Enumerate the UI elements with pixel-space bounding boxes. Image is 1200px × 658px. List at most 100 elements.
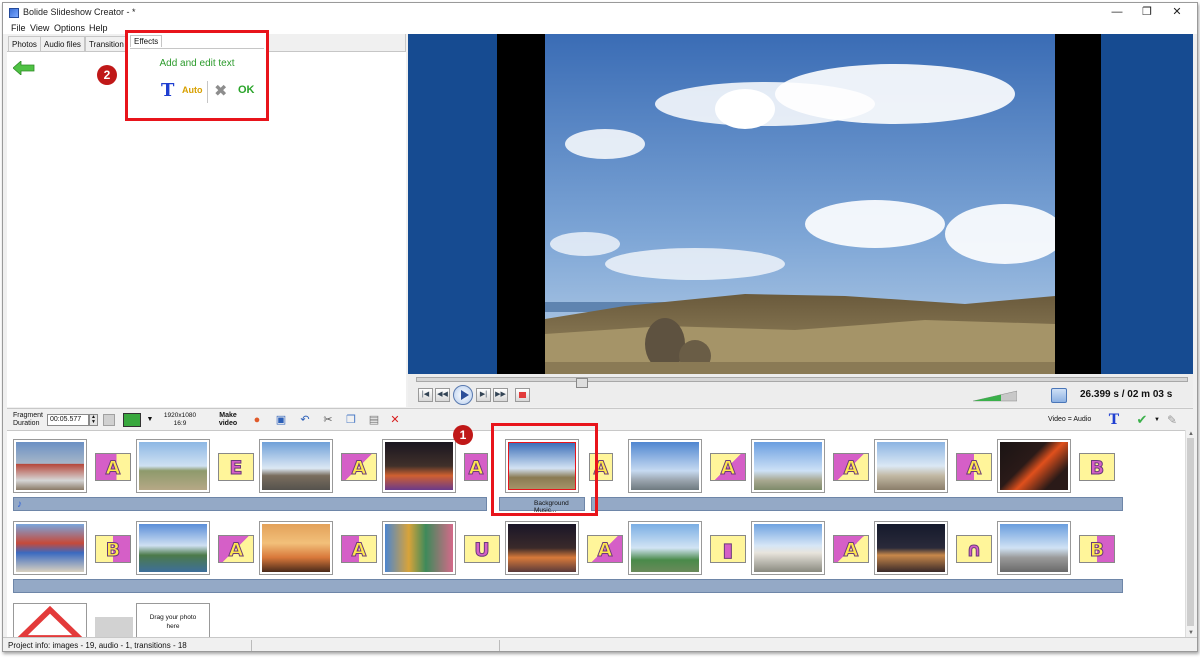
photo-drop-zone[interactable]: Drag your photo here [136, 603, 210, 637]
previous-button[interactable]: ◀◀ [435, 388, 450, 402]
transition-tile[interactable]: A [833, 535, 869, 563]
slide-thumbnail[interactable] [505, 521, 579, 575]
tab-photos[interactable]: Photos [8, 36, 41, 52]
next-button[interactable]: ▶| [476, 388, 491, 402]
copy-icon[interactable]: ❐ [344, 413, 358, 427]
play-button[interactable] [453, 385, 473, 405]
transition-tile[interactable]: A [95, 453, 131, 481]
menu-view[interactable]: View [30, 23, 49, 33]
duration-label: Duration [13, 420, 40, 427]
background-picker-button[interactable] [123, 413, 141, 427]
empty-transition-slot[interactable] [95, 617, 133, 637]
transition-tile[interactable]: B [1079, 535, 1115, 563]
fullscreen-icon[interactable] [1051, 388, 1067, 403]
save-icon[interactable]: ▣ [274, 413, 288, 427]
stop-button[interactable] [515, 388, 530, 402]
time-readout: 26.399 s / 02 m 03 s [1080, 389, 1172, 400]
cut-icon[interactable]: ✂ [321, 413, 335, 427]
check-dropdown-icon[interactable]: ▼ [1150, 413, 1164, 427]
slide-thumbnail[interactable] [13, 521, 87, 575]
transition-tile[interactable]: ∩ [956, 535, 992, 563]
slide-thumbnail[interactable] [13, 603, 87, 637]
menu-file[interactable]: File [11, 23, 26, 33]
slide-thumbnail[interactable] [628, 439, 702, 493]
menu-options[interactable]: Options [54, 23, 85, 33]
fragment-label: Fragment [13, 412, 43, 419]
transition-tile[interactable]: A [587, 535, 623, 563]
seek-bar[interactable] [416, 377, 1188, 388]
slide-thumbnail[interactable] [259, 521, 333, 575]
transition-glyph: ▮ [722, 539, 734, 562]
slide-thumbnail[interactable] [997, 521, 1071, 575]
add-text-button[interactable]: T [161, 80, 174, 101]
undo-icon[interactable]: ↶ [298, 413, 312, 427]
transition-tile[interactable]: U [464, 535, 500, 563]
transition-tile[interactable]: E [218, 453, 254, 481]
paste-icon[interactable]: ▤ [367, 413, 381, 427]
effects-title: Add and edit text [159, 58, 235, 69]
slide-thumbnail[interactable] [874, 521, 948, 575]
maximize-button[interactable]: ❐ [1133, 5, 1161, 20]
ok-button[interactable]: OK [238, 84, 255, 96]
tab-transition[interactable]: Transition [85, 36, 128, 52]
transition-tile[interactable]: B [95, 535, 131, 563]
badge-2: 2 [97, 65, 117, 85]
transition-tile[interactable]: A [464, 453, 488, 481]
slide-thumbnail[interactable] [259, 439, 333, 493]
audio-track[interactable] [591, 497, 1123, 511]
transition-tile[interactable]: A [956, 453, 992, 481]
slide-thumbnail[interactable] [136, 439, 210, 493]
slide-thumbnail[interactable] [382, 439, 456, 493]
transition-tile[interactable]: A [218, 535, 254, 563]
text-tool-icon[interactable]: T [1107, 413, 1121, 427]
resolution-indicator: 1920x1080 16:9 [162, 412, 198, 428]
scroll-up-icon[interactable]: ▲ [1186, 430, 1196, 438]
brush-icon[interactable]: ✎ [1165, 413, 1179, 427]
seek-thumb[interactable] [576, 378, 588, 388]
slide-thumbnail[interactable] [136, 521, 210, 575]
audio-track[interactable] [13, 579, 1123, 593]
duration-input[interactable]: 00:05.577 [47, 414, 89, 426]
slide-thumbnail[interactable] [751, 521, 825, 575]
preview-image [545, 34, 1055, 374]
transition-tile[interactable]: A [341, 453, 377, 481]
slide-thumbnail[interactable] [751, 439, 825, 493]
chevron-down-icon[interactable]: ▼ [143, 413, 157, 427]
volume-slider[interactable] [973, 390, 1017, 402]
duration-spinner[interactable]: ▲ ▼ [89, 414, 98, 426]
slide-thumbnail[interactable] [997, 439, 1071, 493]
delete-item-icon[interactable]: ✕ [388, 413, 402, 427]
tab-effects[interactable]: Effects [130, 35, 163, 47]
auto-button[interactable]: Auto [182, 85, 203, 95]
record-icon[interactable]: ● [250, 413, 264, 427]
transition-glyph: ∩ [966, 539, 982, 562]
scroll-thumb[interactable] [1187, 438, 1194, 626]
back-arrow-icon[interactable] [13, 61, 35, 75]
transition-glyph: E [229, 457, 243, 480]
close-button[interactable]: ✕ [1163, 5, 1191, 20]
color-square-button[interactable] [103, 414, 115, 426]
minimize-button[interactable]: — [1103, 5, 1131, 20]
badge-1: 1 [453, 425, 473, 445]
make-label: Make [219, 412, 237, 419]
slide-thumbnail[interactable] [628, 521, 702, 575]
transition-tile[interactable]: A [833, 453, 869, 481]
timeline-scrollbar[interactable]: ▲ ▼ [1185, 430, 1195, 637]
menu-help[interactable]: Help [89, 23, 108, 33]
transition-tile[interactable]: B [1079, 453, 1115, 481]
slide-thumbnail[interactable] [13, 439, 87, 493]
slide-thumbnail[interactable] [382, 521, 456, 575]
tab-audio-files[interactable]: Audio files [40, 36, 85, 52]
go-to-end-button[interactable]: ▶▶ [493, 388, 508, 402]
delete-icon[interactable]: ✖ [214, 81, 227, 101]
check-icon[interactable]: ✔ [1135, 413, 1149, 427]
time-current: 26.399 s [1080, 389, 1119, 400]
transition-tile[interactable]: A [710, 453, 746, 481]
scroll-down-icon[interactable]: ▼ [1186, 629, 1196, 637]
go-to-start-button[interactable]: |◀ [418, 388, 433, 402]
transition-tile[interactable]: ▮ [710, 535, 746, 563]
make-video-button[interactable]: Make video [216, 412, 240, 428]
audio-track[interactable]: ♪ [13, 497, 487, 511]
transition-tile[interactable]: A [341, 535, 377, 563]
slide-thumbnail[interactable] [874, 439, 948, 493]
